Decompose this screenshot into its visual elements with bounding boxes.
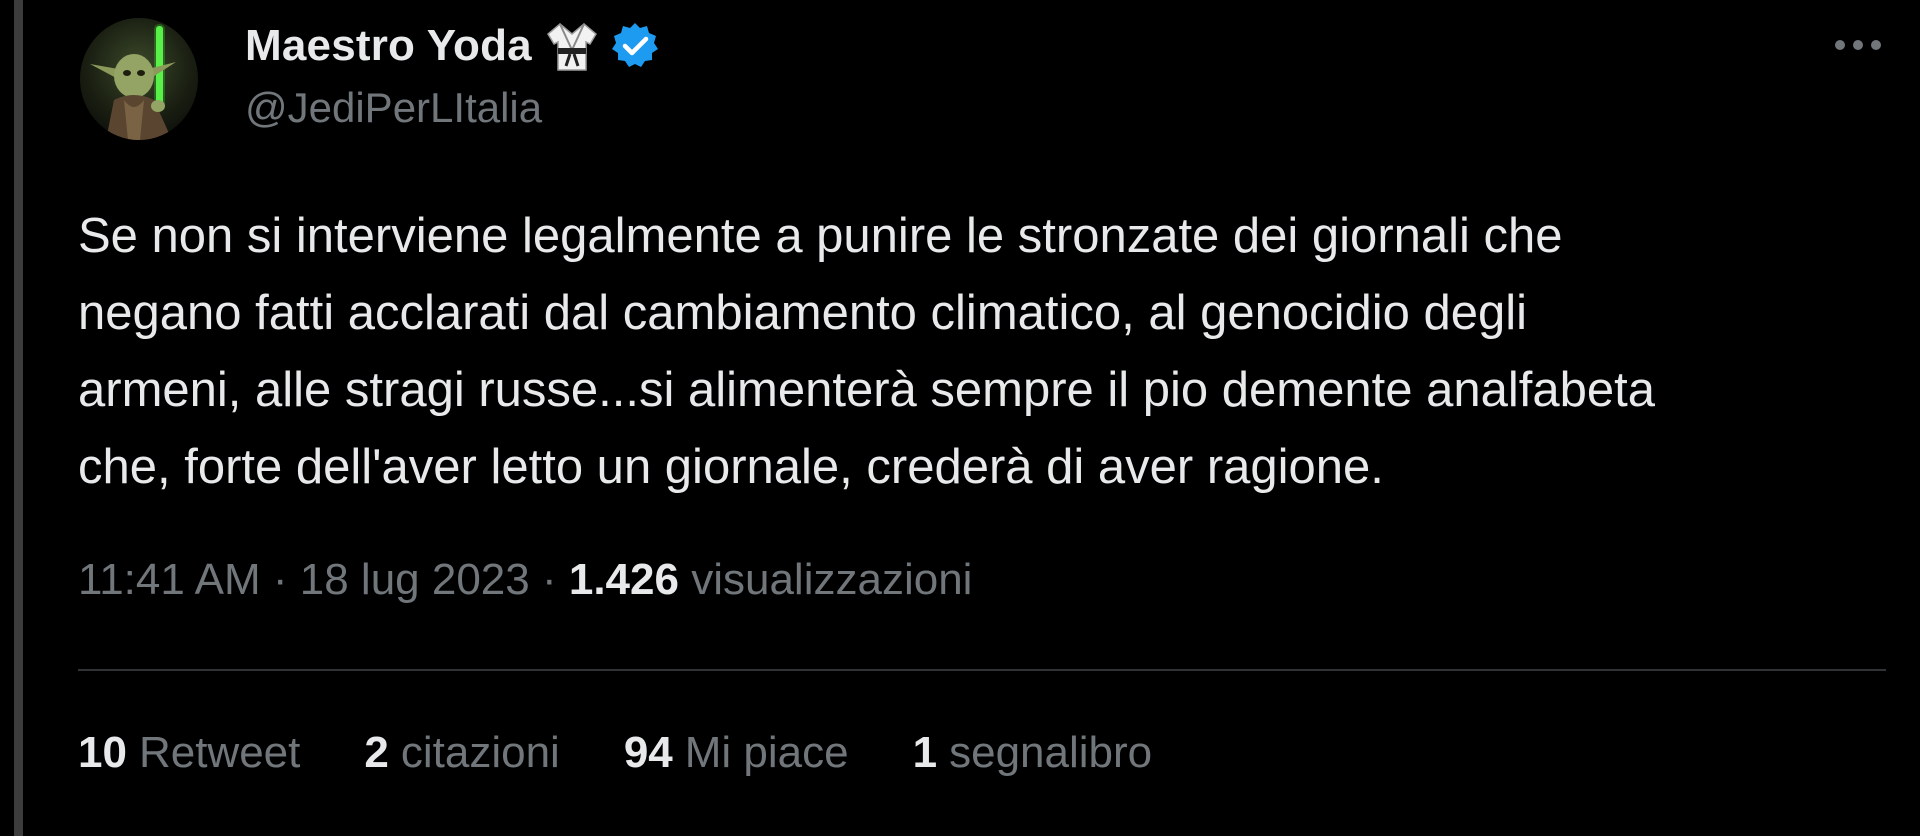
left-scroll-rule (14, 0, 23, 836)
retweets-label: Retweet (138, 728, 301, 777)
quotes-stat[interactable]: 2 citazioni (364, 728, 559, 778)
retweets-stat[interactable]: 10 Retweet (78, 728, 300, 778)
name-row: Maestro Yoda (245, 18, 660, 74)
quotes-label: citazioni (400, 728, 560, 777)
likes-count: 94 (623, 728, 673, 777)
tweet-meta: 11:41 AM · 18 lug 2023 · 1.426 visualizz… (78, 555, 972, 605)
more-options-button[interactable] (1828, 30, 1888, 60)
likes-label: Mi piace (684, 728, 849, 777)
meta-separator: · (529, 555, 569, 604)
author-handle[interactable]: @JediPerLItalia (245, 84, 660, 132)
divider (78, 669, 1886, 671)
engagement-stats: 10 Retweet 2 citazioni 94 Mi piace 1 seg… (78, 728, 1216, 778)
likes-stat[interactable]: 94 Mi piace (624, 728, 849, 778)
avatar[interactable] (80, 18, 198, 140)
bookmarks-count: 1 (912, 728, 938, 777)
views-count: 1.426 (568, 555, 679, 604)
martial-arts-uniform-icon (546, 20, 598, 72)
bookmarks-label: segnalibro (949, 728, 1153, 777)
quotes-count: 2 (364, 728, 389, 777)
tweet-text: Se non si interviene legalmente a punire… (78, 209, 1655, 494)
tweet-header: Maestro Yoda @JediPerLItalia (245, 18, 660, 148)
bookmarks-stat[interactable]: 1 segnalibro (913, 728, 1153, 778)
tweet-date[interactable]: 18 lug 2023 (300, 555, 530, 605)
meta-separator: · (260, 555, 300, 604)
author-display-name[interactable]: Maestro Yoda (245, 21, 532, 71)
yoda-avatar-icon (90, 24, 176, 140)
verified-badge-icon[interactable] (610, 21, 660, 71)
more-horizontal-icon (1835, 40, 1881, 50)
tweet-detail-page: Maestro Yoda @JediPerLItalia Se non si i… (0, 0, 1920, 836)
retweets-count: 10 (78, 728, 127, 777)
tweet-time[interactable]: 11:41 AM (78, 555, 261, 605)
views-label: visualizzazioni (691, 555, 973, 604)
